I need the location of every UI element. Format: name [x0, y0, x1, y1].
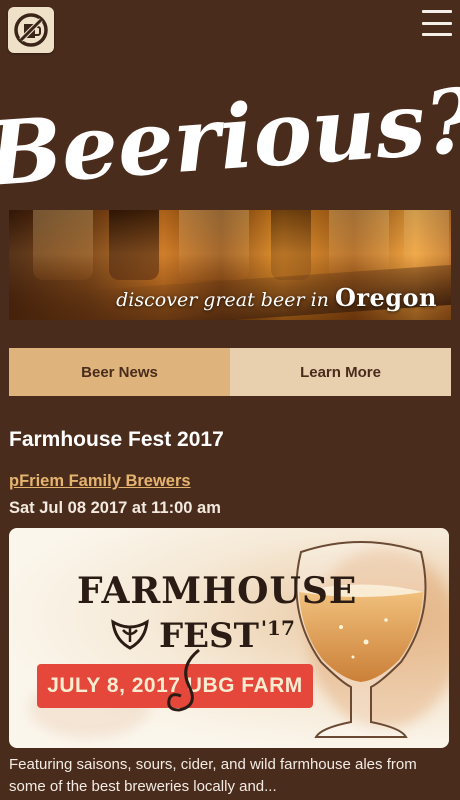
- hero-banner: discover great beer in Oregon: [9, 210, 451, 320]
- home-logo-button[interactable]: [8, 7, 54, 53]
- hamburger-menu-icon[interactable]: [422, 8, 452, 38]
- tab-beer-news[interactable]: Beer News: [9, 348, 230, 396]
- event-date: Sat Jul 08 2017 at 11:00 am: [9, 499, 221, 517]
- svg-text:Beerious?: Beerious?: [0, 68, 460, 198]
- banner-state: Oregon: [334, 283, 437, 312]
- tab-learn-more[interactable]: Learn More: [230, 348, 451, 396]
- article-excerpt: Featuring saisons, sours, cider, and wil…: [9, 756, 417, 795]
- no-beer-logo-icon: [14, 13, 48, 47]
- article-title: Farmhouse Fest 2017: [9, 428, 224, 451]
- poster-title: FARMHOUSE: [77, 570, 358, 612]
- banner-tagline: discover great beer in Oregon: [116, 283, 437, 312]
- event-poster-image[interactable]: FARMHOUSE FEST '17 JULY 8, 2017 UBG FARM: [9, 528, 449, 748]
- brewery-link[interactable]: pFriem Family Brewers: [9, 472, 191, 491]
- beer-glass-illustration: [295, 541, 427, 738]
- section-tabs: Beer News Learn More: [9, 348, 451, 396]
- farmhouse-emblem-icon: [111, 619, 149, 650]
- brand-title: Beerious?: [0, 68, 460, 198]
- poster-swirl-icon: [167, 648, 200, 712]
